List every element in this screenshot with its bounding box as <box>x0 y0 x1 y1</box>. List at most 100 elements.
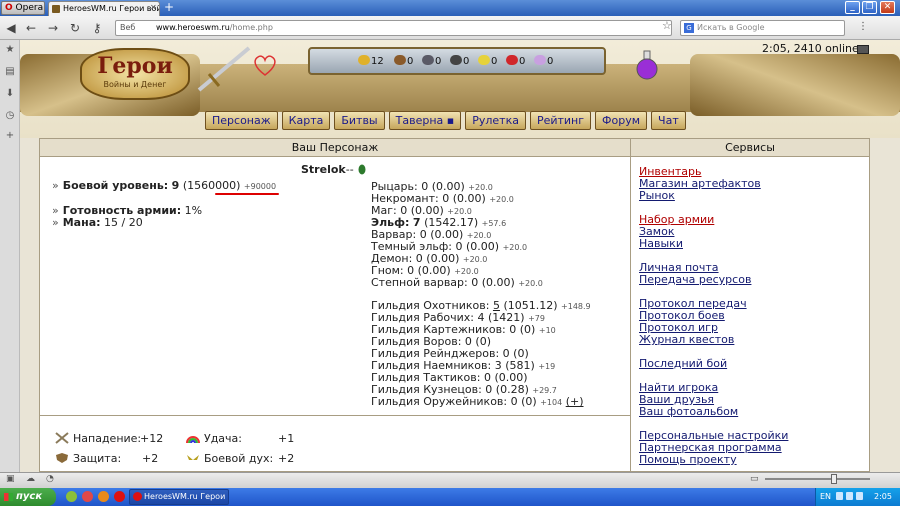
tray-signal-icon[interactable] <box>846 492 853 500</box>
resource-sulfur: 0 <box>478 55 497 67</box>
mana: » Мана: 15 / 20 <box>52 216 143 229</box>
row-divider <box>40 415 630 416</box>
service-link[interactable]: Рынок <box>639 189 675 202</box>
chrome-icon[interactable] <box>82 491 93 502</box>
heart-icon[interactable] <box>252 52 278 78</box>
guild-expand-link[interactable]: (+) <box>566 395 584 408</box>
tray-network-icon[interactable] <box>836 492 843 500</box>
gold-icon <box>358 55 370 65</box>
service-link[interactable]: Помощь проекту <box>639 453 737 466</box>
service-link[interactable]: Передача ресурсов <box>639 273 751 286</box>
reload-button[interactable]: ↻ <box>68 21 82 35</box>
url-text: www.heroeswm.ru/home.php <box>156 23 273 32</box>
service-link[interactable]: Навыки <box>639 237 683 250</box>
favicon-icon <box>52 5 60 13</box>
turbo-icon[interactable]: ◔ <box>46 474 54 484</box>
back-button[interactable]: ← <box>24 21 38 35</box>
firefox-icon[interactable] <box>98 491 109 502</box>
logo-title: Герои <box>97 53 173 79</box>
search-engine-icon: G <box>684 23 694 33</box>
character-section-title: Ваш Персонаж <box>40 139 630 157</box>
forward-button[interactable]: → <box>46 21 60 35</box>
morale-value: +2 <box>278 452 295 465</box>
menu-tavern[interactable]: Таверна ▪ <box>388 111 462 130</box>
mana-flask-icon[interactable] <box>634 50 660 80</box>
luck-rainbow-icon <box>186 436 200 444</box>
back-icon[interactable]: ◀ <box>4 21 18 35</box>
menu-forum[interactable]: Форум <box>595 111 648 130</box>
wood-icon <box>394 55 406 65</box>
ore-icon <box>422 55 434 65</box>
resource-wood: 0 <box>394 55 413 67</box>
menu-character[interactable]: Персонаж <box>205 111 278 130</box>
character-name[interactable]: Strelok-- <box>301 163 354 176</box>
zoom-icon[interactable]: ▭ <box>750 474 759 484</box>
downloads-icon[interactable]: ⬇ <box>4 88 16 100</box>
attack-label: Нападение: <box>73 432 142 445</box>
crystals-icon <box>506 55 518 65</box>
browser-tab[interactable]: HeroesWM.ru Герои вой... <box>48 1 160 16</box>
attack-icon <box>55 432 69 444</box>
logo-subtitle: Войны и Денег <box>103 80 167 89</box>
faction-row: Степной варвар: 0 (0.00) +20.0 <box>371 276 543 289</box>
service-link[interactable]: Журнал квестов <box>639 333 734 346</box>
attack-value: +12 <box>140 432 164 445</box>
zoom-slider-thumb[interactable] <box>831 474 837 484</box>
maximize-button[interactable]: ❐ <box>862 1 877 14</box>
elf-leaf-icon <box>358 164 366 175</box>
cloud-icon[interactable]: ☁ <box>26 474 35 484</box>
key-icon[interactable]: ⚷ <box>90 21 104 35</box>
tab-title: HeroesWM.ru Герои вой... <box>63 4 160 13</box>
toolbar-extra-icon[interactable]: ⋮ <box>858 21 868 32</box>
opera-quicklaunch-icon[interactable] <box>114 491 125 502</box>
bookmarks-icon[interactable]: ★ <box>4 44 16 56</box>
guild-row: Гильдия Оружейников: 0 (0) +104 (+) <box>371 395 584 408</box>
defense-label: Защита: <box>73 452 122 465</box>
search-placeholder: Искать в Google <box>697 23 765 32</box>
main-menu: Персонаж Карта Битвы Таверна ▪ Рулетка Р… <box>205 111 686 130</box>
windows-logo-icon <box>4 493 13 501</box>
server-time-online: 2:05, 2410 online <box>762 42 859 55</box>
luck-label: Удача: <box>204 432 242 445</box>
taskbar-window-button[interactable]: HeroesWM.ru Герои ... <box>129 489 229 505</box>
opera-menu-label: Opera <box>15 3 44 13</box>
morale-wings-icon <box>187 455 199 460</box>
morale-label: Боевой дух: <box>204 452 274 465</box>
tray-clock: 2:05 <box>874 492 892 501</box>
menu-rating[interactable]: Рейтинг <box>529 111 592 130</box>
address-prefix: Веб <box>120 23 136 32</box>
defense-value: +2 <box>142 452 159 465</box>
new-tab-button[interactable]: + <box>162 1 176 14</box>
panel-toggle-icon[interactable]: ▣ <box>6 474 15 484</box>
search-input[interactable]: G Искать в Google <box>680 20 845 36</box>
language-indicator[interactable]: EN <box>820 492 831 501</box>
service-link[interactable]: Ваш фотоальбом <box>639 405 738 418</box>
history-icon[interactable]: ◷ <box>4 110 16 122</box>
add-panel-icon[interactable]: + <box>4 130 16 142</box>
close-window-button[interactable]: ✕ <box>880 1 895 14</box>
game-logo[interactable]: Герои Войны и Денег <box>80 48 190 100</box>
bookmark-star-icon[interactable]: ☆ <box>662 19 672 32</box>
gems-icon <box>534 55 546 65</box>
minimize-button[interactable]: _ <box>845 1 860 14</box>
address-input[interactable]: Веб www.heroeswm.ru/home.php <box>115 20 672 36</box>
defense-shield-icon <box>56 453 68 463</box>
menu-chat[interactable]: Чат <box>651 111 686 130</box>
tab-close-icon[interactable]: ✕ <box>150 3 157 12</box>
opera-menu-button[interactable]: O Opera <box>1 1 45 15</box>
tray-volume-icon[interactable] <box>856 492 863 500</box>
zoom-slider[interactable] <box>765 478 870 480</box>
resources-panel: 12 0 0 0 0 0 0 <box>308 47 606 75</box>
header-castle-ornament <box>690 54 900 116</box>
notes-icon[interactable]: ▤ <box>4 66 16 78</box>
menu-map[interactable]: Карта <box>281 111 331 130</box>
quicklaunch-icon[interactable] <box>66 491 77 502</box>
menu-roulette[interactable]: Рулетка <box>465 111 526 130</box>
side-panel <box>0 40 20 472</box>
service-link[interactable]: Последний бой <box>639 357 727 370</box>
mercury-icon <box>450 55 462 65</box>
menu-battles[interactable]: Битвы <box>334 111 385 130</box>
luck-value: +1 <box>278 432 295 445</box>
mail-icon[interactable] <box>857 45 869 54</box>
services-title: Сервисы <box>631 139 869 157</box>
